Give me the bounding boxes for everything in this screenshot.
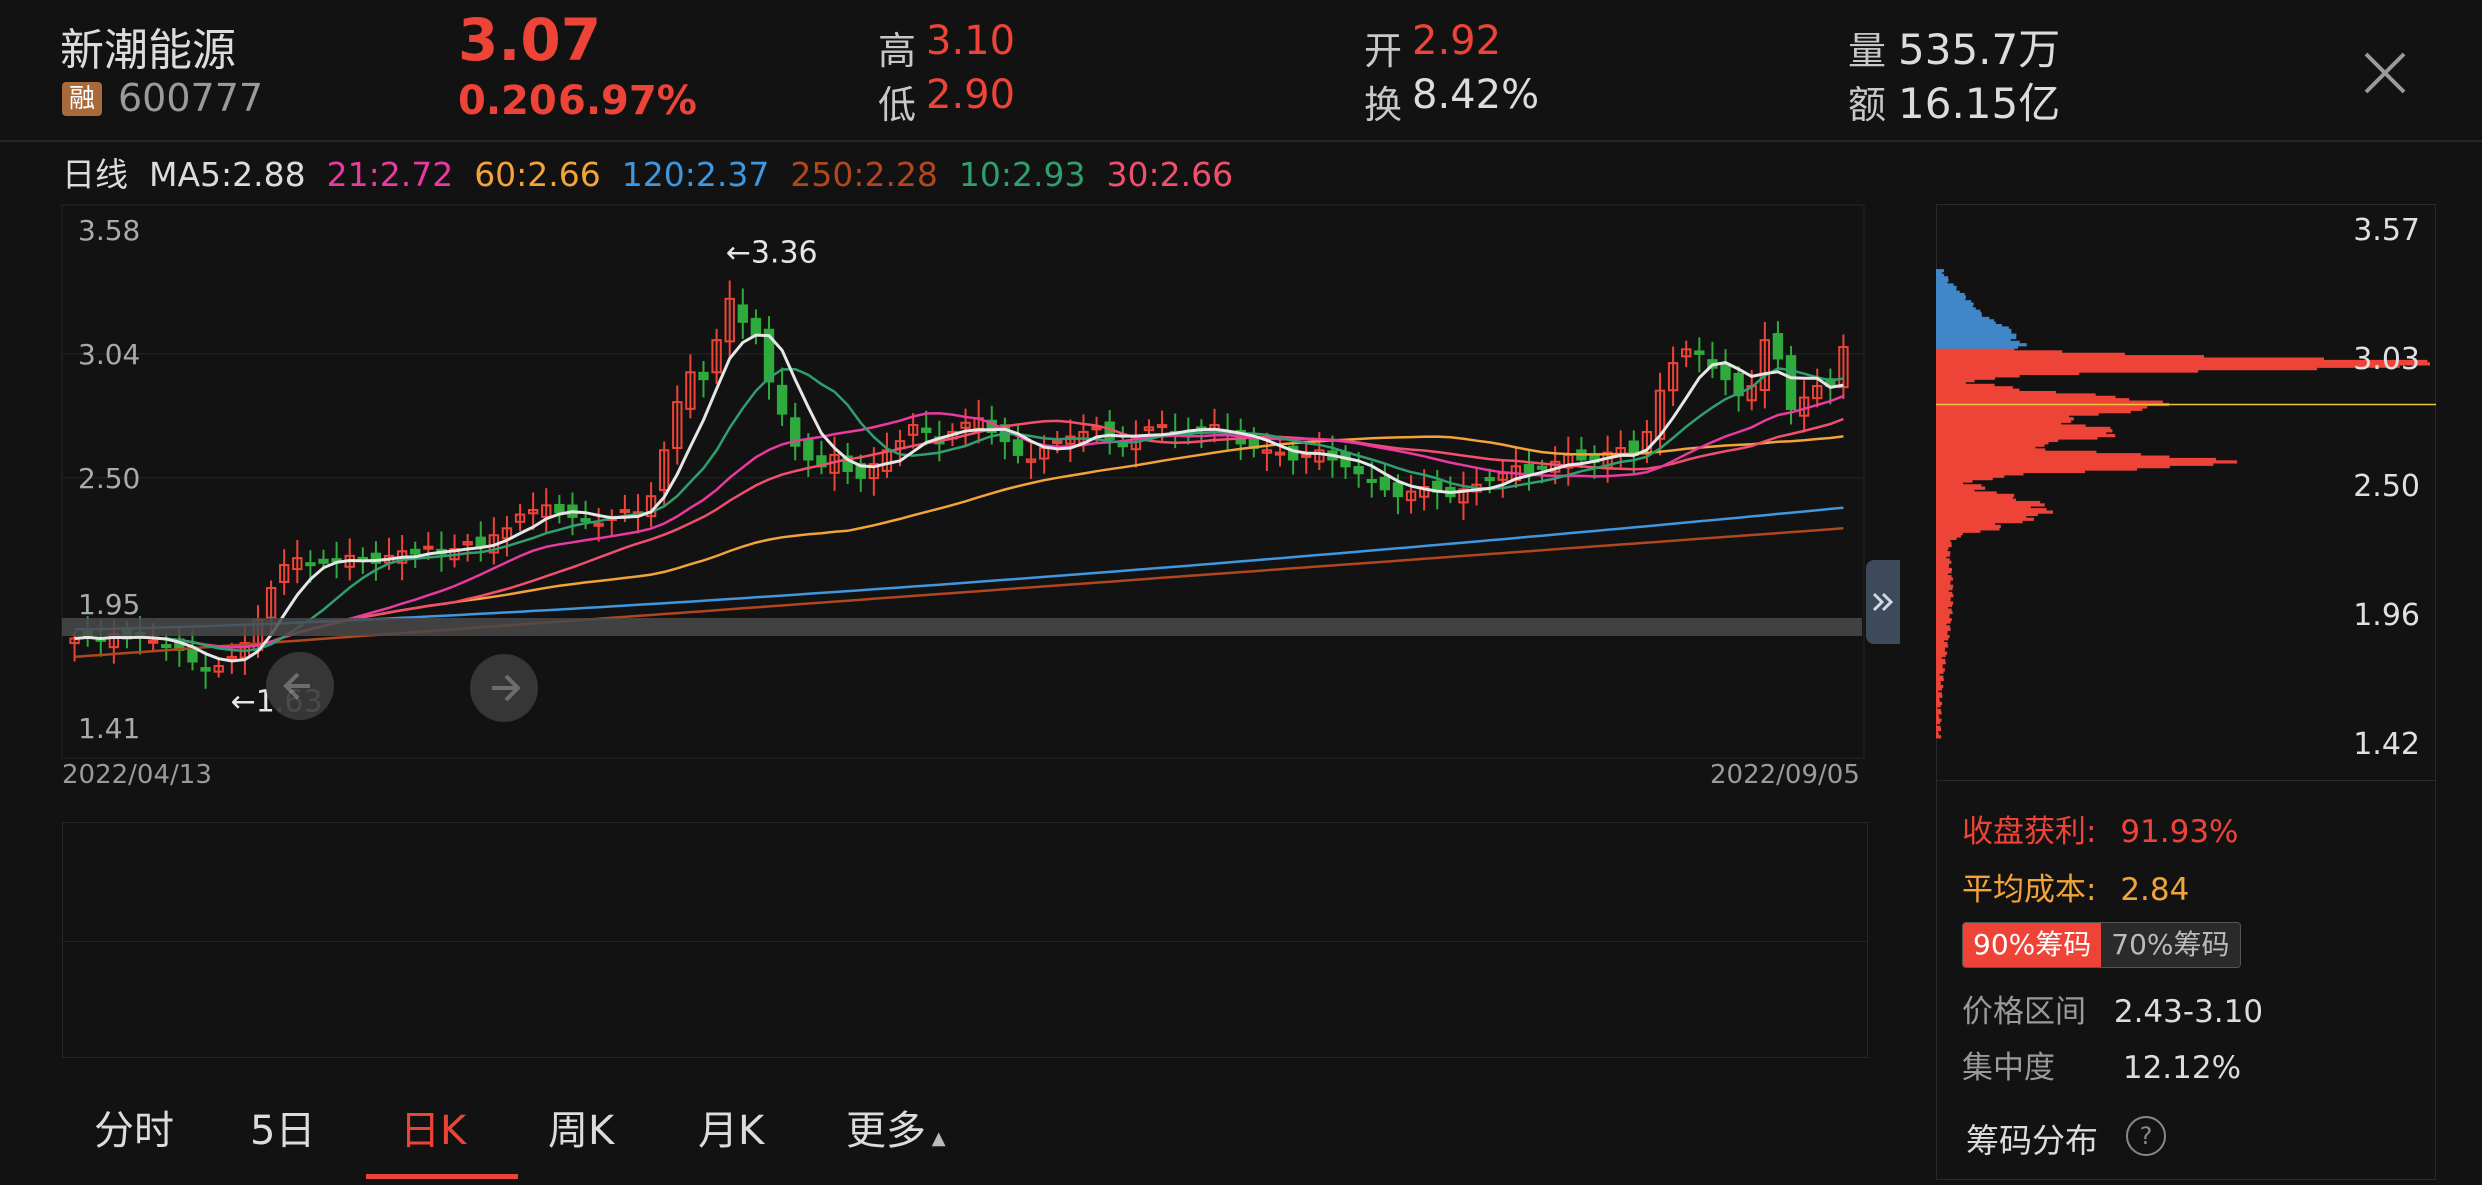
candle-down: [475, 536, 486, 548]
candle-down: [1694, 350, 1705, 355]
candle-down: [305, 562, 316, 567]
ma120-line: [74, 506, 1844, 631]
chip-90-button[interactable]: 90%筹码: [1963, 923, 2102, 967]
y-tick-label: 1.41: [78, 712, 140, 745]
profit-label: 收盘获利:: [1962, 814, 2097, 850]
period-tab-bar: 分时 5日 日K 周K 月K 更多 ▲: [0, 1090, 1000, 1180]
tab-4[interactable]: 月K: [698, 1098, 764, 1156]
candle-down: [1536, 465, 1548, 470]
chip-y-tick: 3.57: [2353, 213, 2420, 248]
candle-down: [1353, 466, 1364, 475]
candle-up: [1301, 453, 1312, 458]
avg-cost-value: 2.84: [2120, 872, 2190, 908]
amount-value: 16.15亿: [1898, 79, 2061, 128]
candle-down: [1379, 476, 1391, 491]
next-arrow-button[interactable]: [470, 654, 538, 722]
double-chevron-right-icon: [1872, 592, 1894, 612]
caret-up-icon: ▲: [926, 1128, 946, 1149]
y-tick-label: 3.04: [78, 338, 140, 371]
candle-down: [698, 371, 709, 381]
chip-bar: [1936, 269, 1944, 273]
candle-up: [423, 545, 434, 550]
candle-down: [776, 384, 788, 415]
high-marker: ←3.36: [726, 235, 818, 270]
candle-down: [803, 439, 814, 461]
subchart-gridline: [63, 941, 1867, 942]
active-tab-underline: [366, 1174, 518, 1179]
avg-cost-label: 平均成本:: [1962, 872, 2097, 908]
volume-value: 535.7万: [1898, 25, 2061, 74]
profit-value: 91.93%: [2120, 814, 2239, 850]
candle-down: [750, 317, 762, 337]
avg-cost-row: 平均成本: 2.84: [1962, 864, 2189, 909]
candle-up: [1091, 426, 1102, 431]
candle-up: [619, 508, 631, 513]
candle-up: [1052, 440, 1063, 445]
chip-footer-title: 筹码分布: [1966, 1121, 2098, 1160]
volume-subchart-panel[interactable]: [62, 822, 1868, 1058]
y-tick-label: 3.58: [78, 214, 140, 247]
tab-5[interactable]: 更多 ▲: [846, 1098, 946, 1156]
candle-down: [200, 667, 211, 672]
tab-2[interactable]: 日K: [400, 1098, 466, 1156]
tab-3[interactable]: 周K: [548, 1098, 614, 1156]
candle-down: [1785, 355, 1797, 411]
range-row: 价格区间 2.43-3.10: [1962, 986, 2263, 1031]
candle-down: [1720, 362, 1731, 381]
range-label: 价格区间: [1962, 994, 2086, 1030]
arrow-left-icon: [283, 672, 310, 700]
candle-down: [1012, 439, 1024, 456]
concentration-row: 集中度 12.12%: [1962, 1042, 2241, 1087]
ma10-line: [74, 367, 1844, 653]
candle-down: [1523, 463, 1535, 475]
prev-arrow-button[interactable]: [266, 652, 334, 720]
chip-distribution-chart: 3.57 3.03 2.50 1.96 1.42: [1936, 213, 2436, 762]
chip-y-tick: 3.03: [2353, 342, 2420, 377]
candle-down: [1366, 478, 1377, 483]
ma60-line: [74, 435, 1844, 649]
expand-handle[interactable]: [1866, 560, 1900, 644]
profit-row: 收盘获利: 91.93%: [1962, 806, 2239, 851]
chip-y-tick: 1.96: [2353, 598, 2420, 633]
candle-up: [1156, 424, 1168, 429]
concentration-value: 12.12%: [2122, 1050, 2242, 1086]
candle-down: [554, 503, 565, 514]
chip-toggle[interactable]: 90%筹码 70%筹码: [1962, 922, 2241, 968]
candle-up: [593, 522, 604, 527]
chip-y-tick: 1.42: [2353, 727, 2420, 762]
candle-down: [1772, 333, 1784, 360]
candle-down: [580, 518, 591, 523]
chip-divider: [1936, 780, 2436, 781]
candle-down: [410, 548, 421, 555]
candle-down: [161, 644, 172, 649]
ma250-line: [74, 527, 1844, 659]
concentration-label: 集中度: [1962, 1050, 2055, 1086]
range-value: 2.43-3.10: [2113, 994, 2264, 1030]
help-icon[interactable]: ?: [2126, 1116, 2166, 1156]
y-tick-label: 1.95: [78, 588, 140, 621]
candle-down: [318, 558, 329, 564]
candle-down: [1392, 482, 1404, 498]
candle-down: [921, 427, 932, 433]
tab-0[interactable]: 分时: [94, 1098, 174, 1156]
candle-down: [1117, 443, 1128, 448]
y-tick-label: 2.50: [78, 462, 140, 495]
chip-y-tick: 2.50: [2353, 469, 2420, 504]
ma5-line: [74, 333, 1844, 663]
x-end-label: 2022/09/05: [1710, 760, 1860, 790]
candle-up: [147, 639, 159, 644]
x-start-label: 2022/04/13: [62, 760, 212, 790]
range-scroll-band[interactable]: [62, 618, 1862, 636]
candle-down: [1484, 476, 1495, 482]
close-icon[interactable]: [2360, 48, 2410, 98]
tab-1[interactable]: 5日: [250, 1098, 315, 1156]
candle-down: [737, 304, 748, 323]
chip-70-button[interactable]: 70%筹码: [2101, 923, 2240, 967]
arrow-right-icon: [492, 674, 521, 702]
